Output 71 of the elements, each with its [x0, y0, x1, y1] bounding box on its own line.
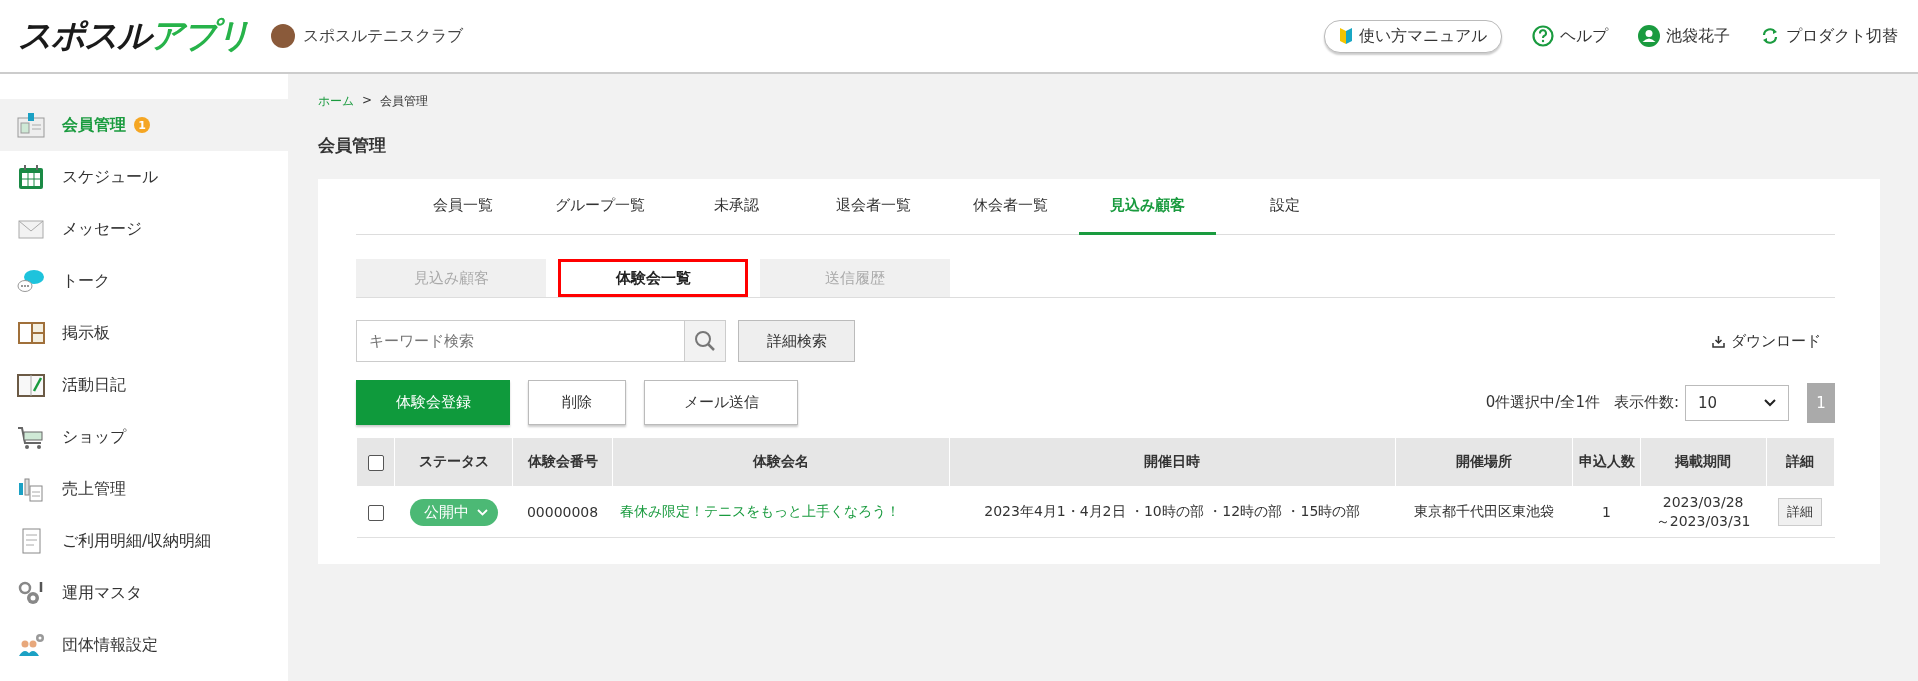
refresh-icon	[1760, 26, 1780, 46]
column-header: 開催日時	[949, 437, 1396, 487]
column-header: 申込人数	[1573, 437, 1641, 487]
column-header: 体験会番号	[512, 437, 613, 487]
search-button[interactable]	[684, 320, 726, 362]
per-page-select[interactable]: 10	[1685, 384, 1789, 421]
chat-icon	[16, 267, 46, 295]
table-cell: 東京都千代田区東池袋	[1395, 486, 1573, 538]
column-header: 掲載期間	[1640, 437, 1767, 487]
sidebar-item[interactable]: ショップ	[0, 411, 288, 463]
help-link[interactable]: ヘルプ	[1532, 25, 1608, 47]
register-button[interactable]: 体験会登録	[356, 380, 510, 425]
breadcrumb-current: 会員管理	[380, 93, 429, 110]
column-header: 開催場所	[1395, 437, 1573, 487]
club-name: スポスルテニスクラブ	[303, 25, 463, 47]
sidebar-item[interactable]: 売上管理	[0, 463, 288, 515]
select-all-checkbox[interactable]	[367, 454, 384, 471]
detail-button[interactable]: 詳細	[1778, 498, 1823, 526]
tab[interactable]: 会員一覧	[394, 179, 531, 235]
tab[interactable]: 退会者一覧	[805, 179, 942, 235]
user-icon	[1638, 25, 1660, 47]
beginner-mark-icon	[1339, 27, 1353, 45]
search-field[interactable]: キーワード検索	[356, 320, 684, 362]
club-avatar-icon	[271, 24, 295, 48]
row-checkbox[interactable]	[367, 504, 384, 521]
tab[interactable]: 休会者一覧	[942, 179, 1079, 235]
breadcrumb-separator: >	[362, 93, 373, 109]
sidebar-item[interactable]: スケジュール	[0, 151, 288, 203]
tab[interactable]: 未承認	[668, 179, 805, 235]
action-button[interactable]: メール送信	[644, 380, 798, 425]
members-icon	[16, 111, 46, 139]
tab[interactable]: 設定	[1216, 179, 1353, 235]
sidebar-item[interactable]: トーク	[0, 255, 288, 307]
help-icon	[1532, 25, 1554, 47]
column-header: 詳細	[1766, 437, 1835, 487]
user-menu[interactable]: 池袋花子	[1638, 25, 1730, 47]
notification-badge: 1	[134, 117, 150, 133]
calendar-icon	[16, 163, 46, 191]
column-header: ステータス	[394, 437, 513, 487]
advanced-search-button[interactable]: 詳細検索	[738, 320, 855, 362]
manual-button[interactable]: 使い方マニュアル	[1324, 19, 1502, 53]
table-cell: 00000008	[512, 486, 613, 538]
table-cell: 2023/03/28 ～2023/03/31	[1640, 486, 1767, 538]
table-cell: 1	[1573, 486, 1641, 538]
product-switch-link[interactable]: プロダクト切替	[1760, 25, 1898, 47]
app-logo[interactable]: スポスルアプリ	[18, 13, 249, 59]
group-icon	[16, 631, 46, 659]
sidebar-item[interactable]: メッセージ	[0, 203, 288, 255]
search-icon	[694, 330, 716, 352]
download-link[interactable]: ダウンロード	[1706, 330, 1827, 352]
event-name-link[interactable]: 春休み限定！テニスをもっと上手くなろう！	[612, 486, 950, 538]
sales-icon	[16, 475, 46, 503]
per-page-label: 表示件数:	[1613, 393, 1679, 412]
chevron-down-icon	[476, 508, 488, 516]
sidebar-item[interactable]: 団体情報設定	[0, 619, 288, 671]
sidebar-item[interactable]: 活動日記	[0, 359, 288, 411]
table-cell: 2023年4月1・4月2日 ・10時の部 ・12時の部 ・15時の部	[949, 486, 1396, 538]
tab[interactable]: グループ一覧	[531, 179, 668, 235]
sidebar-item[interactable]: ご利用明細/収納明細	[0, 515, 288, 567]
tab[interactable]: 見込み顧客	[1079, 179, 1216, 235]
sidebar-item[interactable]: 掲示板	[0, 307, 288, 359]
sidebar-item[interactable]: 運用マスタ	[0, 567, 288, 619]
selection-summary: 0件選択中/全1件	[1485, 393, 1600, 412]
diary-icon	[16, 371, 46, 399]
board-icon	[16, 319, 46, 347]
page-title: 会員管理	[318, 134, 387, 157]
chevron-down-icon	[1764, 398, 1776, 407]
sub-tab[interactable]: 体験会一覧	[558, 259, 748, 297]
action-button[interactable]: 削除	[528, 380, 626, 425]
column-header: 体験会名	[612, 437, 950, 487]
download-icon	[1712, 334, 1725, 348]
